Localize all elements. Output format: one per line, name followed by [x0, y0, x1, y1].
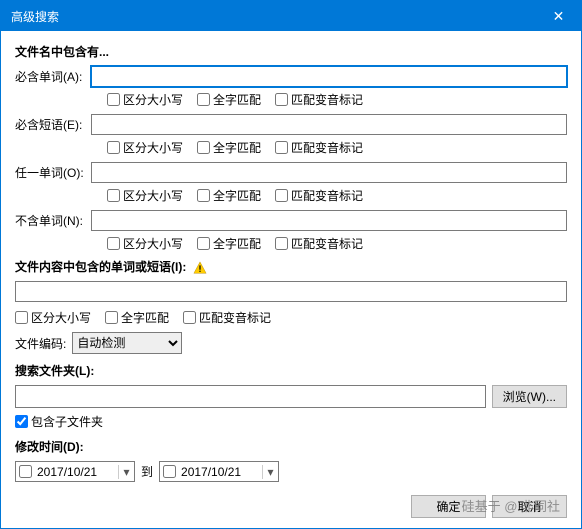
dialog-body: 文件名中包含有... 必含单词(A): 区分大小写 全字匹配 匹配变音标记 必含…	[1, 31, 581, 487]
phrase-case-checkbox[interactable]: 区分大小写	[107, 139, 183, 156]
any-words-label: 任一单词(O):	[15, 164, 91, 181]
cancel-button[interactable]: 取消	[492, 495, 567, 518]
ok-button[interactable]: 确定	[411, 495, 486, 518]
date-from-enable[interactable]	[19, 465, 32, 478]
any-words-diacritics-checkbox[interactable]: 匹配变音标记	[275, 187, 363, 204]
date-to-enable[interactable]	[163, 465, 176, 478]
none-words-whole-checkbox[interactable]: 全字匹配	[197, 235, 261, 252]
encoding-select[interactable]: 自动检测	[72, 332, 182, 354]
none-words-input[interactable]	[91, 210, 567, 231]
browse-button[interactable]: 浏览(W)...	[492, 385, 567, 408]
folder-heading: 搜索文件夹(L):	[15, 362, 567, 379]
content-heading: 文件内容中包含的单词或短语(I):	[15, 258, 567, 275]
any-words-input[interactable]	[91, 162, 567, 183]
none-words-diacritics-checkbox[interactable]: 匹配变音标记	[275, 235, 363, 252]
dialog-footer: 确定 取消	[1, 487, 581, 528]
all-words-label: 必含单词(A):	[15, 68, 91, 85]
none-words-label: 不含单词(N):	[15, 212, 91, 229]
all-words-whole-checkbox[interactable]: 全字匹配	[197, 91, 261, 108]
chevron-down-icon[interactable]: ▾	[118, 465, 134, 479]
date-to-picker[interactable]: 2017/10/21 ▾	[159, 461, 279, 482]
all-words-input[interactable]	[91, 66, 567, 87]
phrase-whole-checkbox[interactable]: 全字匹配	[197, 139, 261, 156]
folder-input[interactable]	[15, 385, 486, 408]
titlebar: 高级搜索 ✕	[1, 1, 581, 31]
close-icon: ✕	[553, 8, 565, 25]
dates-heading: 修改时间(D):	[15, 438, 567, 455]
window-title: 高级搜索	[11, 8, 536, 25]
any-words-case-checkbox[interactable]: 区分大小写	[107, 187, 183, 204]
phrase-input[interactable]	[91, 114, 567, 135]
phrase-diacritics-checkbox[interactable]: 匹配变音标记	[275, 139, 363, 156]
filename-heading: 文件名中包含有...	[15, 43, 567, 60]
none-words-case-checkbox[interactable]: 区分大小写	[107, 235, 183, 252]
date-from-picker[interactable]: 2017/10/21 ▾	[15, 461, 135, 482]
warning-icon	[193, 261, 207, 275]
all-words-case-checkbox[interactable]: 区分大小写	[107, 91, 183, 108]
phrase-label: 必含短语(E):	[15, 116, 91, 133]
all-words-diacritics-checkbox[interactable]: 匹配变音标记	[275, 91, 363, 108]
content-diacritics-checkbox[interactable]: 匹配变音标记	[183, 309, 271, 326]
any-words-whole-checkbox[interactable]: 全字匹配	[197, 187, 261, 204]
chevron-down-icon[interactable]: ▾	[262, 465, 278, 479]
advanced-search-dialog: 高级搜索 ✕ 文件名中包含有... 必含单词(A): 区分大小写 全字匹配 匹配…	[0, 0, 582, 529]
subfolders-checkbox[interactable]: 包含子文件夹	[15, 413, 567, 430]
content-whole-checkbox[interactable]: 全字匹配	[105, 309, 169, 326]
encoding-label: 文件编码:	[15, 335, 66, 352]
content-case-checkbox[interactable]: 区分大小写	[15, 309, 91, 326]
content-input[interactable]	[15, 281, 567, 302]
close-button[interactable]: ✕	[536, 1, 581, 31]
date-to-label: 到	[141, 463, 153, 480]
